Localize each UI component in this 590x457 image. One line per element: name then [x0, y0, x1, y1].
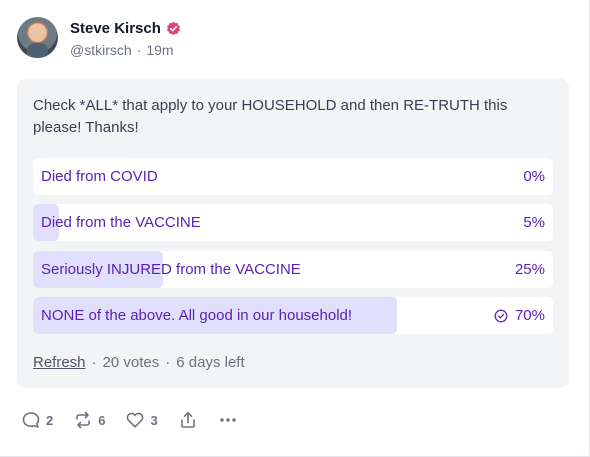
- retruth-icon: [76, 411, 91, 429]
- vote-count: 20 votes: [102, 354, 160, 371]
- handle-row: @stkirsch · 19m: [70, 42, 181, 58]
- time-left: 6 days left: [176, 354, 245, 371]
- selected-check-icon: [494, 309, 508, 322]
- separator-dot: ·: [91, 354, 97, 371]
- retruth-count: 6: [98, 412, 106, 428]
- poll-option-died-from-vaccine[interactable]: Died from the VACCINE 5%: [33, 204, 553, 241]
- post-text: Check *ALL* that apply to your HOUSEHOLD…: [33, 97, 508, 136]
- like-button[interactable]: 3: [125, 410, 158, 430]
- poll-footer: Refresh · 20 votes · 6 days left: [33, 354, 245, 371]
- post-body: Check *ALL* that apply to your HOUSEHOLD…: [17, 79, 569, 388]
- poll-option-label: Seriously INJURED from the VACCINE: [41, 261, 301, 278]
- name-row: Steve Kirsch: [70, 20, 181, 37]
- poll-option-percent: 0%: [523, 168, 545, 185]
- more-icon: [220, 418, 236, 422]
- post-card: Steve Kirsch @stkirsch · 19m Check *ALL* t…: [0, 0, 590, 457]
- heart-icon: [127, 412, 144, 428]
- author-handle[interactable]: @stkirsch: [70, 42, 132, 58]
- avatar[interactable]: [17, 17, 58, 58]
- reply-icon: [22, 412, 40, 428]
- poll-option-label: Died from COVID: [41, 168, 158, 185]
- author-name[interactable]: Steve Kirsch: [70, 20, 161, 37]
- reply-count: 2: [46, 412, 54, 428]
- poll-option-seriously-injured[interactable]: Seriously INJURED from the VACCINE 25%: [33, 251, 553, 288]
- poll-option-label: Died from the VACCINE: [41, 214, 201, 231]
- poll-option-percent: 25%: [514, 261, 545, 278]
- separator-dot: ·: [165, 354, 171, 371]
- share-icon: [180, 411, 195, 428]
- separator-dot: ·: [136, 42, 142, 58]
- more-options-button[interactable]: [218, 410, 238, 430]
- retruth-button[interactable]: 6: [73, 410, 105, 430]
- verified-badge-icon: [166, 21, 181, 36]
- post-time[interactable]: 19m: [146, 42, 173, 58]
- share-button[interactable]: [178, 410, 198, 430]
- poll-option-percent: 70%: [494, 307, 545, 324]
- refresh-link[interactable]: Refresh: [33, 354, 86, 371]
- post-header: Steve Kirsch @stkirsch · 19m: [17, 17, 181, 58]
- poll-option-none-of-the-above[interactable]: NONE of the above. All good in our house…: [33, 297, 553, 334]
- poll-option-died-from-covid[interactable]: Died from COVID 0%: [33, 158, 553, 195]
- author-identity: Steve Kirsch @stkirsch · 19m: [70, 20, 181, 58]
- action-bar: 2 6 3: [21, 410, 258, 430]
- reply-button[interactable]: 2: [21, 410, 53, 430]
- poll-option-percent: 5%: [523, 214, 545, 231]
- like-count: 3: [150, 412, 158, 428]
- poll-option-label: NONE of the above. All good in our house…: [41, 307, 353, 324]
